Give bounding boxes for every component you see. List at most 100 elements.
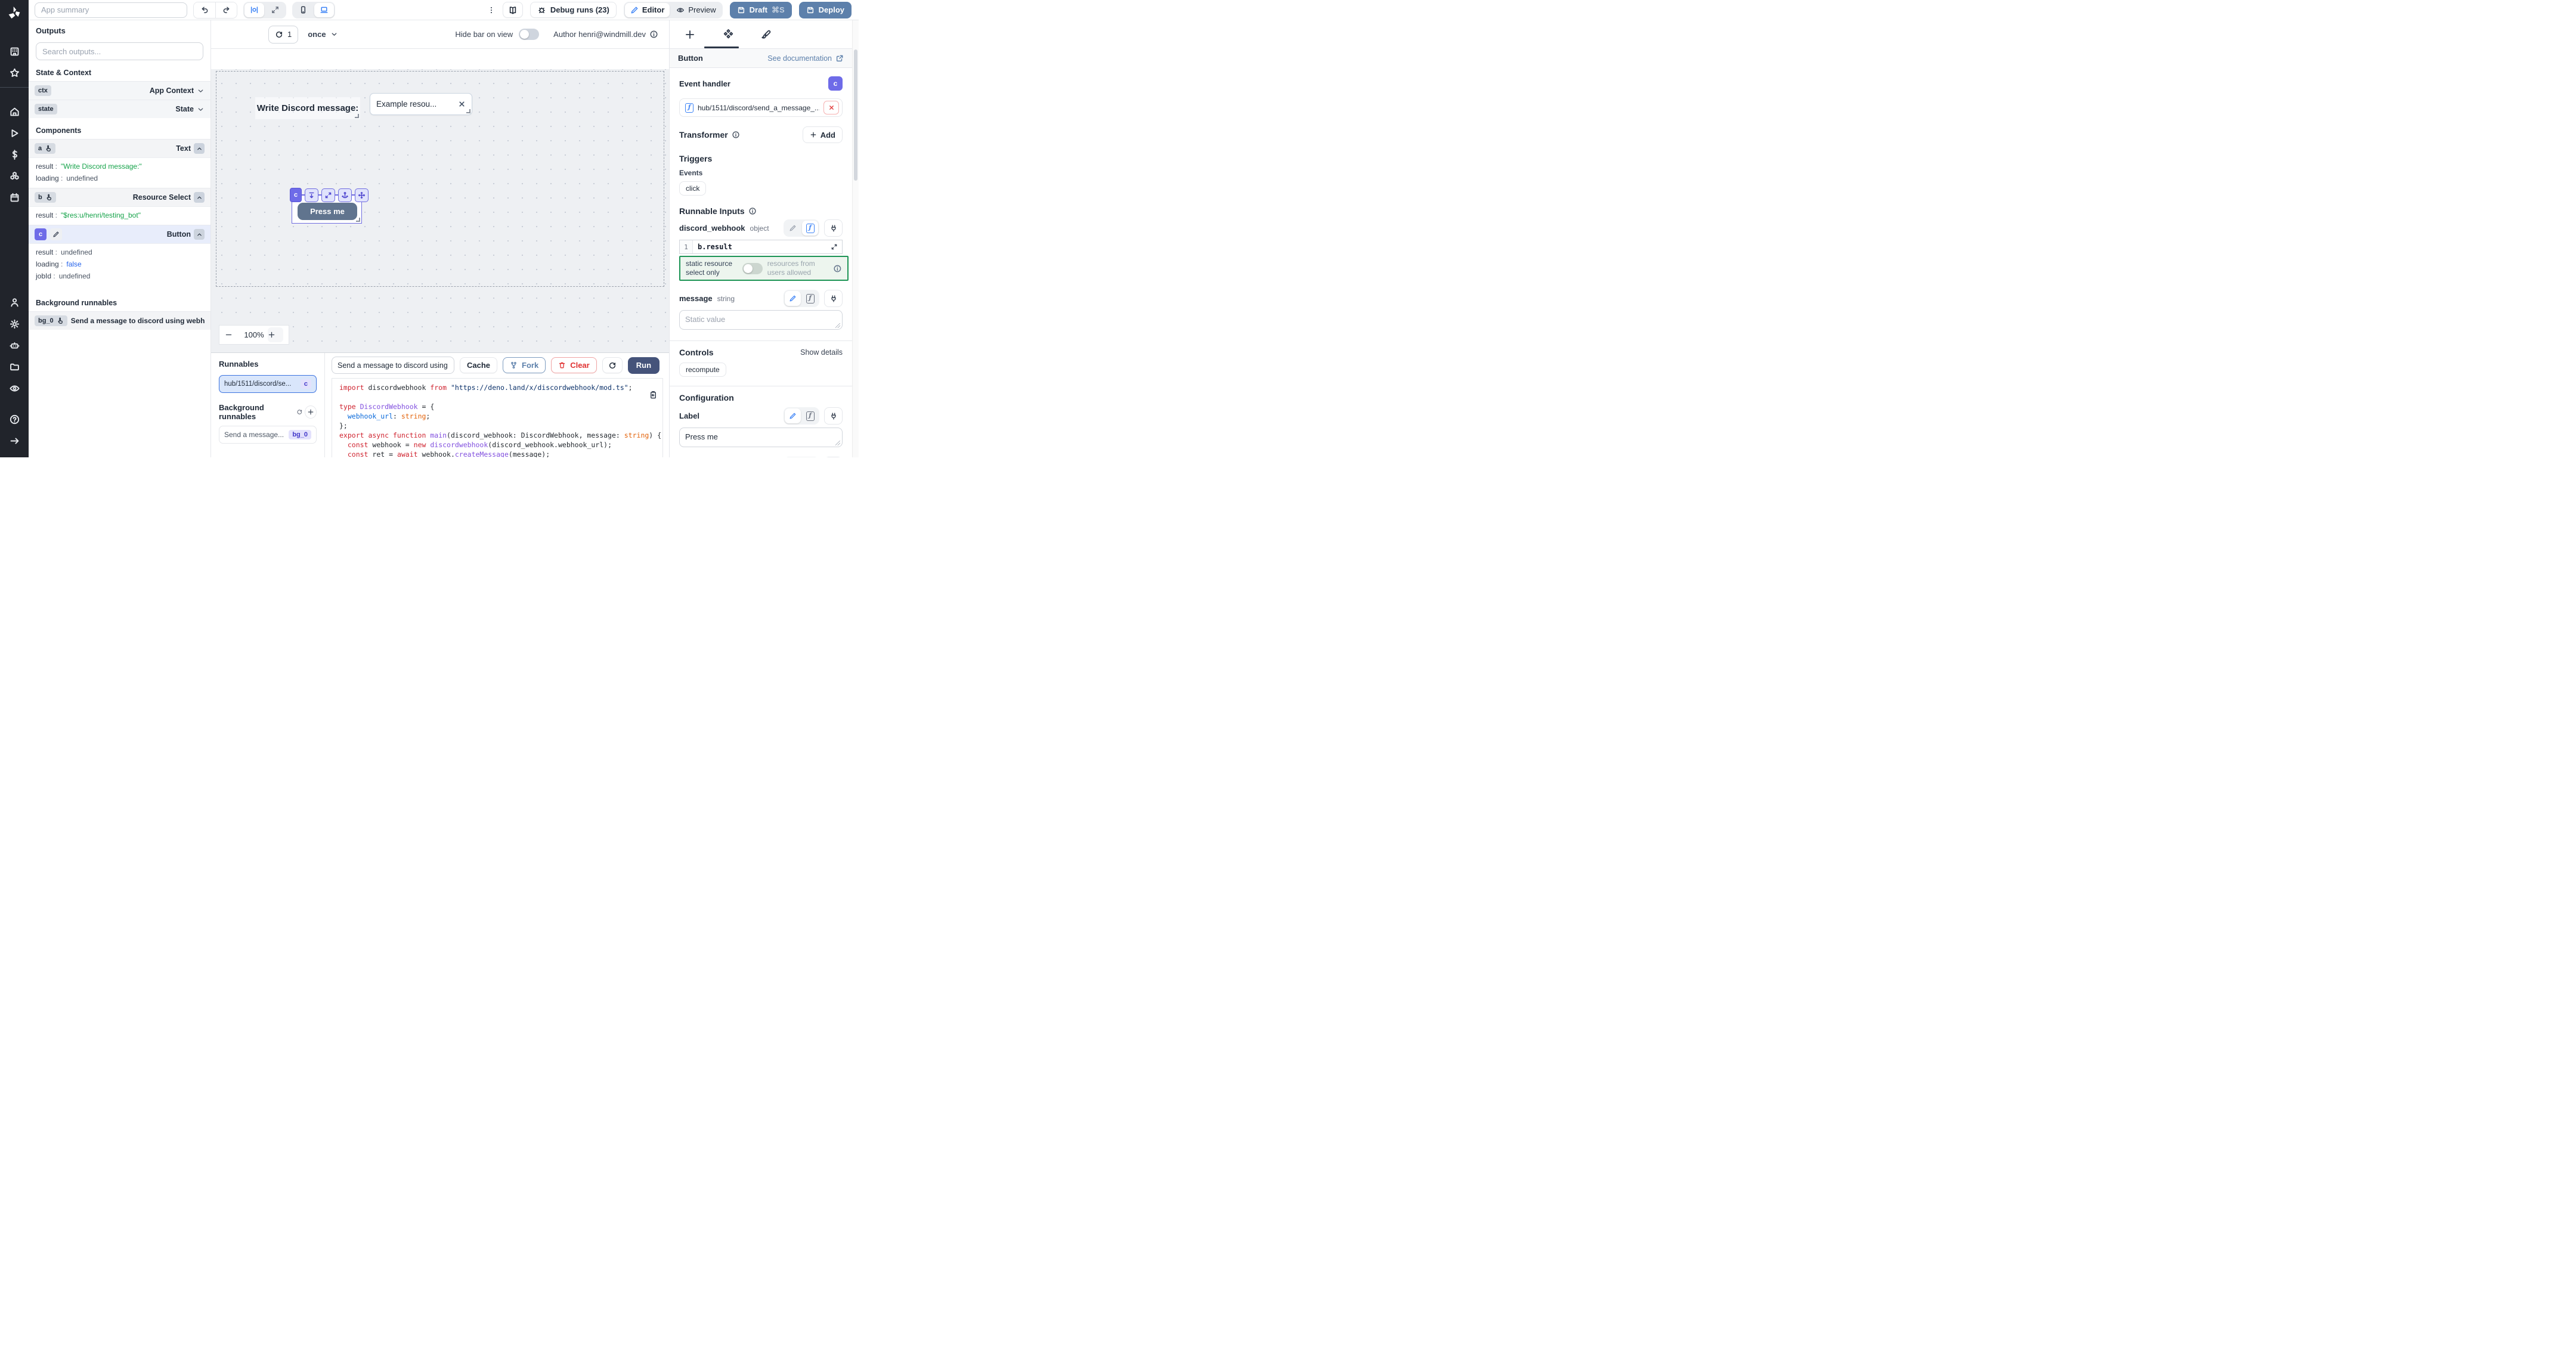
remove-runnable-x-icon[interactable] bbox=[823, 101, 839, 114]
chevron-down-icon[interactable] bbox=[197, 106, 205, 113]
zoom-in-button[interactable] bbox=[268, 327, 283, 342]
move-icon[interactable] bbox=[355, 188, 369, 202]
expand-component-icon[interactable] bbox=[321, 188, 335, 202]
recompute-pill[interactable]: recompute bbox=[679, 363, 726, 377]
windmill-logo-icon[interactable] bbox=[7, 5, 22, 23]
component-row-b[interactable]: b Resource Select bbox=[29, 188, 210, 206]
resize-handle[interactable] bbox=[356, 218, 360, 222]
search-outputs-input[interactable] bbox=[36, 42, 203, 60]
background-runnable-row[interactable]: bg_0 Send a message to discord using web… bbox=[29, 311, 210, 330]
refresh-count-button[interactable]: 1 bbox=[268, 26, 298, 44]
canvas-text-component[interactable]: Write Discord message: bbox=[255, 97, 360, 119]
run-button[interactable]: Run bbox=[628, 357, 660, 374]
component-row-a[interactable]: a Text bbox=[29, 139, 210, 157]
expand-editor-icon[interactable] bbox=[831, 243, 842, 250]
hide-bar-toggle[interactable] bbox=[519, 29, 539, 40]
selected-button-component[interactable]: c Press me bbox=[292, 195, 362, 224]
undo-button[interactable] bbox=[194, 2, 215, 18]
discord-webhook-expression[interactable]: 1 b.result bbox=[679, 240, 843, 254]
workspace-icon[interactable] bbox=[0, 41, 29, 62]
script-name-input[interactable] bbox=[332, 357, 454, 374]
tab-insert-plus-icon[interactable] bbox=[683, 29, 697, 40]
info-icon[interactable] bbox=[649, 30, 658, 39]
add-transformer-button[interactable]: Add bbox=[803, 126, 843, 143]
workers-robot-icon[interactable] bbox=[0, 335, 29, 356]
resize-handle[interactable] bbox=[355, 114, 359, 118]
settings-gear-icon[interactable] bbox=[0, 313, 29, 335]
collapse-chevron-icon[interactable] bbox=[194, 143, 205, 154]
redo-button[interactable] bbox=[215, 2, 237, 18]
home-icon[interactable] bbox=[0, 101, 29, 122]
info-icon[interactable] bbox=[732, 131, 740, 139]
audit-eye-icon[interactable] bbox=[0, 377, 29, 399]
component-row-c[interactable]: c Button bbox=[29, 225, 210, 243]
eval-mode-function-icon[interactable]: ƒ bbox=[802, 221, 818, 236]
mobile-view-button[interactable] bbox=[293, 3, 313, 17]
output-row-ctx[interactable]: ctx App Context bbox=[29, 81, 210, 100]
window-scrollbar[interactable] bbox=[852, 20, 859, 457]
cache-button[interactable]: Cache bbox=[460, 357, 497, 373]
see-documentation-link[interactable]: See documentation bbox=[767, 54, 844, 63]
static-mode-pencil-icon[interactable] bbox=[785, 221, 801, 236]
event-click-pill[interactable]: click bbox=[679, 181, 706, 196]
tab-styling-brush-icon[interactable] bbox=[759, 29, 773, 40]
tab-settings-component-icon[interactable] bbox=[721, 29, 735, 40]
message-static-value-input[interactable] bbox=[679, 310, 843, 330]
tab-editor[interactable]: Editor bbox=[625, 3, 670, 17]
runs-play-icon[interactable] bbox=[0, 122, 29, 144]
dock-bottom-icon[interactable] bbox=[305, 188, 318, 202]
variables-dollar-icon[interactable] bbox=[0, 144, 29, 165]
connect-plug-icon[interactable] bbox=[824, 290, 843, 307]
canvas-resource-select-component[interactable]: Example resou... bbox=[370, 93, 472, 115]
label-value-input[interactable]: Press me bbox=[679, 428, 843, 447]
schedules-calendar-icon[interactable] bbox=[0, 187, 29, 208]
selected-runnable[interactable]: hub/1511/discord/se... c bbox=[219, 375, 317, 393]
deploy-button[interactable]: Deploy bbox=[799, 2, 852, 18]
tab-preview[interactable]: Preview bbox=[671, 3, 721, 17]
clear-button[interactable]: Clear bbox=[551, 357, 597, 373]
fork-button[interactable]: Fork bbox=[503, 357, 546, 373]
add-background-runnable-button[interactable] bbox=[305, 405, 317, 419]
folders-icon[interactable] bbox=[0, 356, 29, 377]
event-handler-runnable[interactable]: ƒ hub/1511/discord/send_a_message_... bbox=[679, 98, 843, 117]
static-mode-pencil-icon[interactable] bbox=[785, 408, 801, 423]
app-summary-input[interactable] bbox=[35, 2, 187, 18]
favorites-star-icon[interactable] bbox=[0, 62, 29, 83]
clear-selection-x-icon[interactable] bbox=[458, 100, 466, 108]
show-details-link[interactable]: Show details bbox=[800, 348, 843, 357]
zoom-out-button[interactable] bbox=[225, 327, 240, 342]
docs-book-button[interactable] bbox=[503, 2, 523, 18]
resources-from-users-toggle[interactable] bbox=[742, 263, 763, 274]
background-runnable-item[interactable]: Send a message... bg_0 bbox=[219, 426, 317, 444]
press-me-button[interactable]: Press me bbox=[298, 203, 357, 220]
static-mode-pencil-icon[interactable] bbox=[785, 291, 801, 306]
collapse-chevron-icon[interactable] bbox=[194, 229, 205, 240]
info-icon[interactable] bbox=[833, 264, 842, 273]
resize-handle[interactable] bbox=[466, 109, 470, 113]
draft-button[interactable]: Draft ⌘S bbox=[730, 2, 792, 18]
eval-mode-function-icon[interactable]: ƒ bbox=[802, 291, 818, 306]
desktop-view-button[interactable] bbox=[314, 3, 334, 17]
refresh-script-button[interactable] bbox=[602, 357, 623, 373]
resources-cubes-icon[interactable] bbox=[0, 165, 29, 187]
code-editor[interactable]: import discordwebhook from "https://deno… bbox=[332, 378, 663, 457]
users-icon[interactable] bbox=[0, 292, 29, 313]
fullscreen-layout-button[interactable] bbox=[265, 3, 285, 17]
app-canvas[interactable]: Write Discord message: Example resou... … bbox=[211, 69, 669, 352]
center-layout-button[interactable] bbox=[244, 3, 264, 17]
eval-mode-function-icon[interactable]: ƒ bbox=[802, 408, 818, 423]
connect-plug-icon[interactable] bbox=[824, 407, 843, 425]
help-icon[interactable] bbox=[0, 408, 29, 430]
collapse-chevron-icon[interactable] bbox=[194, 192, 205, 203]
debug-runs-button[interactable]: Debug runs (23) bbox=[530, 2, 617, 18]
connect-plug-icon[interactable] bbox=[824, 219, 843, 237]
scrollbar-thumb[interactable] bbox=[854, 49, 857, 181]
collapse-rail-icon[interactable] bbox=[0, 430, 29, 451]
schedule-select[interactable]: once bbox=[308, 30, 338, 39]
info-icon[interactable] bbox=[748, 207, 757, 215]
copy-code-icon[interactable] bbox=[649, 391, 658, 399]
chevron-down-icon[interactable] bbox=[197, 87, 205, 95]
rename-pencil-icon[interactable] bbox=[50, 228, 62, 240]
anchor-icon[interactable] bbox=[338, 188, 352, 202]
output-row-state[interactable]: state State bbox=[29, 100, 210, 118]
